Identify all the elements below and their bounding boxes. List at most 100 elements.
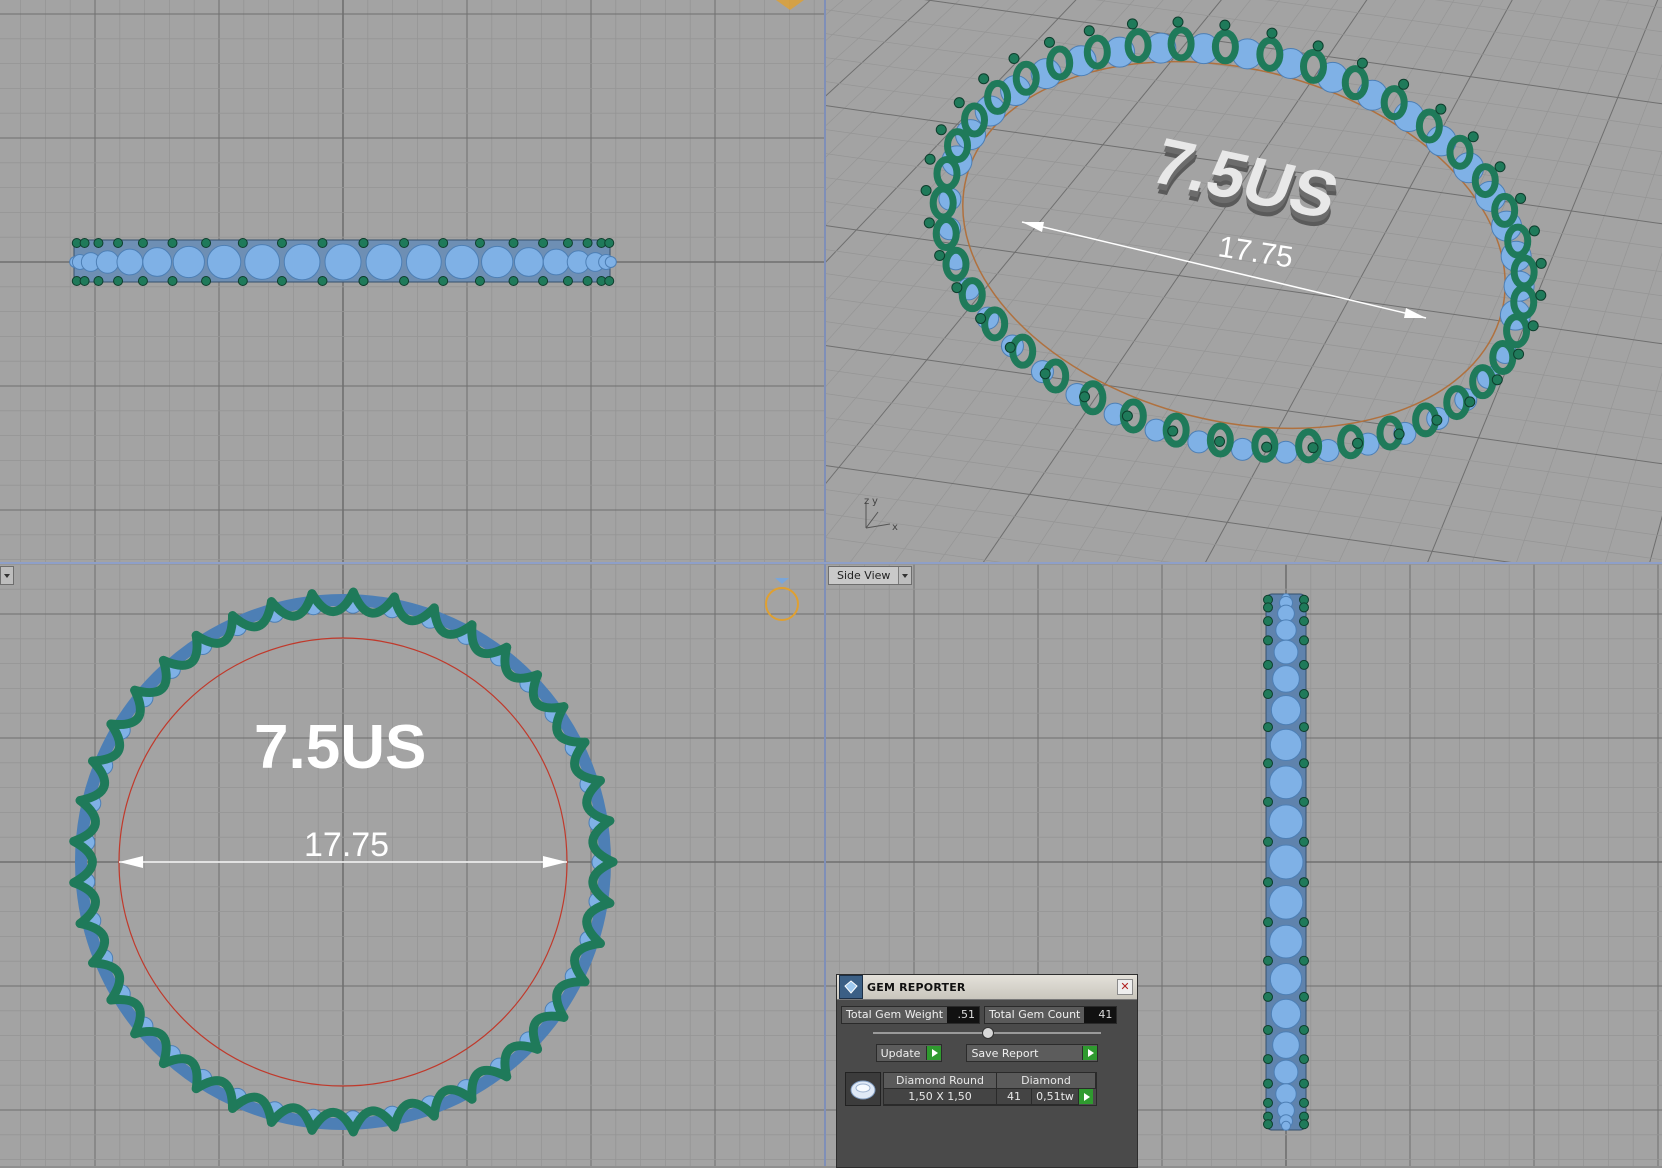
prong <box>1299 1054 1309 1065</box>
prong <box>79 276 90 286</box>
grid-line <box>826 489 1341 562</box>
prong-loop <box>1124 28 1152 64</box>
prong <box>317 276 328 286</box>
viewport-menu-dropdown[interactable] <box>0 566 14 585</box>
gem-count-cell: 41 <box>997 1089 1032 1105</box>
prong-tip <box>1535 257 1547 269</box>
prong <box>1263 1024 1273 1035</box>
prong <box>438 238 449 248</box>
prong <box>1263 836 1273 847</box>
gem <box>1269 728 1303 762</box>
gem-size-cell: 1,50 X 1,50 <box>884 1089 997 1105</box>
gem-table-header: Diamond Round <box>884 1073 997 1089</box>
prong-loop <box>1256 36 1284 72</box>
prong-tip <box>1266 27 1278 39</box>
prong <box>237 238 248 248</box>
prong-tip <box>1352 437 1364 449</box>
prong-tip <box>953 97 965 109</box>
prong-tip <box>975 312 987 324</box>
play-icon[interactable] <box>1082 1046 1098 1060</box>
save-report-button-label: Save Report <box>971 1046 1039 1060</box>
prong <box>201 238 212 248</box>
save-report-button[interactable]: Save Report <box>966 1044 1099 1062</box>
prong <box>474 276 485 286</box>
prong <box>1263 689 1273 700</box>
prong <box>358 238 369 248</box>
prong-tip <box>1491 374 1503 386</box>
prong <box>1263 722 1273 733</box>
prong <box>562 276 573 286</box>
grid-line <box>826 513 1171 562</box>
prong <box>1299 1078 1309 1089</box>
prong-loop <box>1341 65 1369 101</box>
prong <box>1299 955 1309 966</box>
top-view-canvas <box>0 564 824 1166</box>
update-button[interactable]: Update <box>875 1044 943 1062</box>
slider-knob[interactable] <box>982 1027 994 1039</box>
prong <box>1263 955 1273 966</box>
prong-tip <box>1515 192 1527 204</box>
grid-line <box>826 417 1662 537</box>
viewport-divider-vertical[interactable] <box>824 0 826 1166</box>
chevron-down-icon[interactable] <box>898 567 912 584</box>
prong-tip <box>1004 341 1016 353</box>
prong-tip <box>1435 103 1447 115</box>
grid-line <box>849 0 1280 562</box>
total-gem-weight-value: .51 <box>947 1007 980 1023</box>
grid-line <box>1434 0 1662 33</box>
prong-tip <box>935 124 947 136</box>
prong <box>201 276 212 286</box>
prong <box>604 238 615 248</box>
grid-line <box>1649 515 1662 562</box>
top-viewport[interactable]: 7.5US 17.75 <box>0 564 824 1166</box>
prong <box>1299 722 1309 733</box>
gem <box>444 244 480 280</box>
prong <box>1263 991 1273 1002</box>
view-selector-dropdown[interactable]: Side View <box>828 566 913 585</box>
prong <box>137 276 148 286</box>
gem-reporter-slider[interactable] <box>873 1026 1101 1040</box>
prong <box>508 276 519 286</box>
arrow-left <box>119 856 143 868</box>
axis-y-label: y <box>872 496 878 507</box>
prong <box>582 276 593 286</box>
front-viewport[interactable] <box>0 0 824 562</box>
gem-reporter-titlebar[interactable]: GEM REPORTER ✕ <box>837 975 1137 1000</box>
prong <box>1263 1119 1273 1130</box>
jewelry-cad-app: 7.5US 17.75 z y x 7.5US 17.75 Side View … <box>0 0 1662 1168</box>
gem-reporter-panel: GEM REPORTER ✕ Total Gem Weight .51 Tota… <box>836 974 1138 1168</box>
prong <box>1299 1097 1309 1108</box>
prong-tip <box>1393 428 1405 440</box>
prong <box>1263 877 1273 888</box>
gem <box>244 244 281 280</box>
total-gem-weight: Total Gem Weight .51 <box>841 1006 981 1024</box>
gem <box>1269 924 1303 959</box>
prong <box>1299 602 1309 613</box>
prong <box>538 238 549 248</box>
play-icon[interactable] <box>926 1046 942 1060</box>
prong-tip <box>1219 19 1231 31</box>
grid-line <box>1338 0 1600 562</box>
prong <box>1263 796 1273 807</box>
prong <box>1263 1097 1273 1108</box>
gem <box>1187 430 1211 454</box>
prong-tip <box>1513 348 1525 360</box>
grid-line <box>1294 0 1571 562</box>
gem <box>1281 1120 1291 1131</box>
gem <box>1275 1083 1297 1105</box>
prong <box>113 276 124 286</box>
prong <box>1299 991 1309 1002</box>
prong-loop <box>1299 48 1327 84</box>
close-icon[interactable]: ✕ <box>1117 979 1133 995</box>
prong <box>276 238 287 248</box>
grid-line <box>826 537 1001 562</box>
perspective-viewport[interactable]: 7.5US 17.75 z y x <box>826 0 1662 562</box>
prong-tip <box>1464 396 1476 408</box>
viewport-divider-horizontal[interactable] <box>0 562 1662 564</box>
prong <box>1299 1024 1309 1035</box>
gem <box>142 247 173 277</box>
play-icon[interactable] <box>1079 1089 1093 1104</box>
prong <box>1299 877 1309 888</box>
gem <box>206 244 242 280</box>
prong <box>538 276 549 286</box>
